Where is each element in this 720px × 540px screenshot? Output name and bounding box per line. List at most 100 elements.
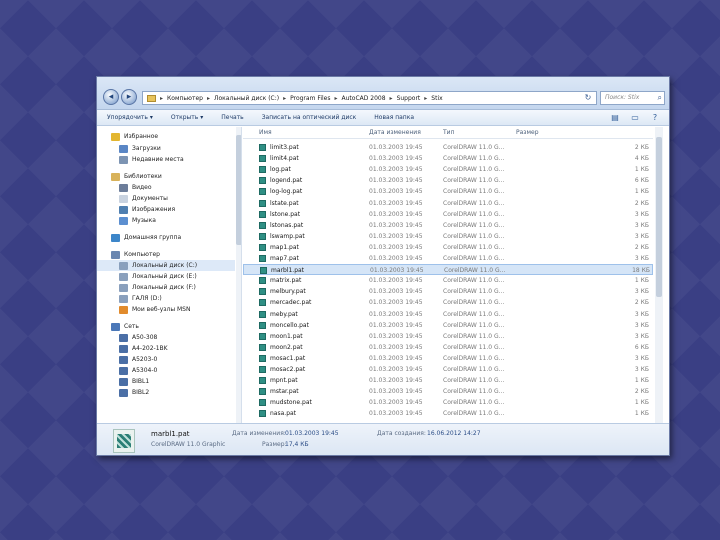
file-row[interactable]: log-log.pat 01.03.2003 19:45 CorelDRAW 11.…: [243, 186, 653, 197]
nav-scrollbar-thumb[interactable]: [236, 135, 241, 245]
nav-item[interactable]: A5304-0: [97, 365, 157, 376]
file-row[interactable]: limit4.pat 01.03.2003 19:45 CorelDRAW 11.0…: [243, 153, 653, 164]
nav-item-label: Документы: [132, 195, 168, 202]
file-row[interactable]: mosac1.pat 01.03.2003 19:45 CorelDRAW 11.0…: [243, 353, 653, 364]
file-name: lstonas.pat: [270, 221, 304, 229]
nav-item[interactable]: Библиотеки: [97, 171, 162, 182]
file-name: mosac2.pat: [270, 366, 306, 373]
file-row[interactable]: mercadec.pat 01.03.2003 19:45 CorelDRAW 11…: [243, 297, 653, 308]
file-row[interactable]: meby.pat 01.03.2003 19:45 CorelDRAW 11.0 G…: [243, 309, 653, 320]
file-row[interactable]: mosac2.pat 01.03.2003 19:45 CorelDRAW 11.0…: [243, 364, 653, 375]
nav-item[interactable]: ГАЛЯ (D:): [97, 293, 162, 304]
file-date: 01.03.2003 19:45: [369, 310, 423, 318]
nav-item[interactable]: BIBL2: [97, 387, 149, 398]
breadcrumb-computer[interactable]: Компьютер: [167, 95, 203, 102]
downloads-icon: [119, 144, 128, 153]
file-row[interactable]: mudstone.pat 01.03.2003 19:45 CorelDRAW 11…: [243, 397, 653, 408]
column-header-name[interactable]: Имя: [259, 129, 272, 136]
nav-item[interactable]: Локальный диск (F:): [97, 282, 196, 293]
file-row[interactable]: nasa.pat 01.03.2003 19:45 CorelDRAW 11.0 G…: [243, 408, 653, 419]
organize-button[interactable]: Упорядочить ▾: [107, 114, 153, 121]
nav-item-label: Недавние места: [132, 156, 184, 163]
preview-pane-icon[interactable]: ▭: [629, 112, 641, 123]
help-icon[interactable]: ?: [649, 112, 661, 123]
file-row[interactable]: matrix.pat 01.03.2003 19:45 CorelDRAW 11.0…: [243, 275, 653, 286]
nav-item[interactable]: Недавние места: [97, 154, 184, 165]
nav-item[interactable]: Изображения: [97, 204, 175, 215]
file-row[interactable]: moon2.pat 01.03.2003 19:45 CorelDRAW 11.0 …: [243, 342, 653, 353]
nav-item[interactable]: Домашняя группа: [97, 232, 181, 243]
file-size: 3 КБ: [634, 310, 649, 318]
nav-item[interactable]: A50-308: [97, 332, 157, 343]
documents-icon: [119, 194, 128, 203]
nav-item[interactable]: Сеть: [97, 321, 139, 332]
nav-item[interactable]: Локальный диск (C:): [97, 260, 235, 271]
video-icon: [119, 183, 128, 192]
burn-button[interactable]: Записать на оптический диск: [262, 114, 357, 121]
nav-item[interactable]: A5203-0: [97, 354, 157, 365]
file-row[interactable]: moon1.pat 01.03.2003 19:45 CorelDRAW 11.0 …: [243, 331, 653, 342]
open-button[interactable]: Открыть ▾: [171, 114, 203, 121]
nav-item-label: Музыка: [132, 217, 156, 224]
back-arrow-icon: ◂: [108, 92, 114, 102]
file-type: CorelDRAW 11.0 G...: [443, 377, 505, 385]
column-header-size[interactable]: Размер: [516, 129, 539, 136]
breadcrumb-autocad[interactable]: AutoCAD 2008: [342, 95, 386, 102]
homegroup-icon: [111, 233, 120, 242]
file-list-scrollbar[interactable]: [655, 127, 663, 423]
file-row[interactable]: map1.pat 01.03.2003 19:45 CorelDRAW 11.0 G…: [243, 242, 653, 253]
nav-item[interactable]: Локальный диск (E:): [97, 271, 197, 282]
nav-item-label: BIBL1: [132, 378, 150, 385]
file-row[interactable]: lswamp.pat 01.03.2003 19:45 CorelDRAW 11.0…: [243, 231, 653, 242]
file-name: map7.pat: [270, 255, 299, 262]
file-row[interactable]: log.pat 01.03.2003 19:45 CorelDRAW 11.0 G.…: [243, 164, 653, 175]
refresh-icon[interactable]: ↻: [581, 91, 595, 105]
nav-item[interactable]: A4-202-1BK: [97, 343, 168, 354]
file-row[interactable]: logend.pat 01.03.2003 19:45 CorelDRAW 11.0…: [243, 175, 653, 186]
pattern-file-icon: [259, 221, 266, 229]
forward-button[interactable]: ▸: [121, 89, 137, 105]
file-row[interactable]: lstone.pat 01.03.2003 19:45 CorelDRAW 11.0…: [243, 209, 653, 220]
file-row[interactable]: lstate.pat 01.03.2003 19:45 CorelDRAW 11.0…: [243, 198, 653, 209]
address-bar[interactable]: ▸ Компьютер ▸ Локальный диск (C:) ▸ Prog…: [142, 91, 597, 105]
nav-item-label: Библиотеки: [124, 173, 162, 180]
nav-item-label: Загрузки: [132, 145, 161, 152]
pattern-file-icon: [259, 343, 266, 351]
new-folder-button[interactable]: Новая папка: [374, 114, 414, 121]
nav-item[interactable]: Компьютер: [97, 249, 160, 260]
view-options-icon[interactable]: ▤: [609, 112, 621, 123]
file-row[interactable]: mstar.pat 01.03.2003 19:45 CorelDRAW 11.0 …: [243, 386, 653, 397]
back-button[interactable]: ◂: [103, 89, 119, 105]
breadcrumb-support[interactable]: Support: [397, 95, 421, 102]
file-row[interactable]: mpnt.pat 01.03.2003 19:45 CorelDRAW 11.0 G…: [243, 375, 653, 386]
nav-item-label: Избранное: [124, 133, 159, 140]
breadcrumb-program-files[interactable]: Program Files: [290, 95, 330, 102]
nav-item[interactable]: BIBL1: [97, 376, 149, 387]
file-list-scrollbar-thumb[interactable]: [656, 137, 662, 297]
nav-item[interactable]: Избранное: [97, 131, 158, 142]
breadcrumb-drive-c[interactable]: Локальный диск (C:): [214, 95, 279, 102]
column-header-type[interactable]: Тип: [443, 129, 455, 136]
explorer-window: ◂ ▸ ▸ Компьютер ▸ Локальный диск (C:) ▸ …: [96, 76, 670, 456]
search-input[interactable]: Поиск: Stix ⌕: [600, 91, 665, 105]
breadcrumb-stix[interactable]: Stix: [431, 95, 442, 102]
nav-item[interactable]: Загрузки: [97, 143, 161, 154]
folder-icon: [147, 94, 156, 102]
print-button[interactable]: Печать: [221, 114, 243, 121]
file-row[interactable]: lstonas.pat 01.03.2003 19:45 CorelDRAW 11.…: [243, 220, 653, 231]
file-date: 01.03.2003 19:45: [369, 299, 423, 307]
file-row[interactable]: melbury.pat 01.03.2003 19:45 CorelDRAW 11.…: [243, 286, 653, 297]
details-created-label: Дата создания:: [377, 430, 426, 437]
file-name: mercadec.pat: [270, 299, 312, 307]
file-row[interactable]: moncello.pat 01.03.2003 19:45 CorelDRAW 11…: [243, 320, 653, 331]
nav-item[interactable]: Видео: [97, 182, 152, 193]
nav-item[interactable]: Документы: [97, 193, 168, 204]
column-header-date[interactable]: Дата изменения: [369, 129, 421, 136]
file-name: limit4.pat: [270, 155, 299, 163]
file-row[interactable]: marbl1.pat 01.03.2003 19:45 CorelDRAW 11.0…: [243, 264, 653, 276]
file-row[interactable]: map7.pat 01.03.2003 19:45 CorelDRAW 11.0 G…: [243, 253, 653, 264]
file-row[interactable]: limit3.pat 01.03.2003 19:45 CorelDRAW 11.0…: [243, 142, 653, 153]
nav-item[interactable]: Мои веб-узлы MSN: [97, 304, 190, 315]
nav-item[interactable]: Музыка: [97, 215, 156, 226]
nav-scrollbar[interactable]: [236, 127, 241, 423]
